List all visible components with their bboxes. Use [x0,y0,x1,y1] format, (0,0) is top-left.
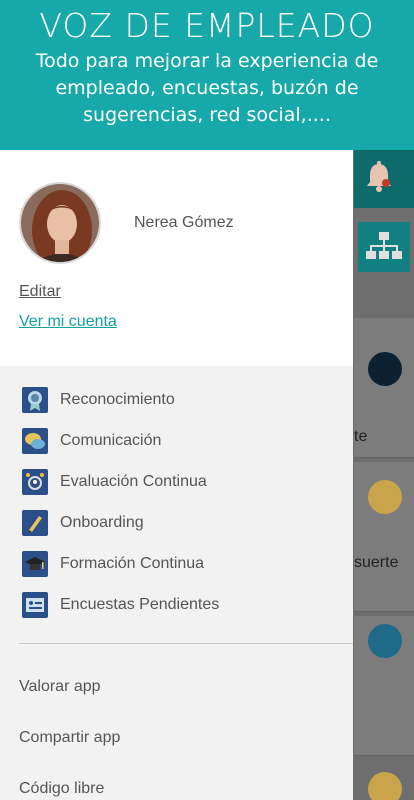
background-text: te [354,428,368,445]
org-chart-icon [366,232,402,259]
chat-bubbles-icon [22,428,48,454]
share-app-link[interactable]: Compartir app [19,729,120,747]
navigation-drawer: Nerea Gómez Editar Ver mi cuenta Reconoc… [0,150,353,800]
menu-item-formacion-continua[interactable]: Formación Continua [0,546,353,582]
banner-title: VOZ DE EMPLEADO [39,6,375,45]
faces-icon [368,624,402,658]
avatar[interactable] [19,182,101,264]
menu-item-reconocimiento[interactable]: Reconocimiento [0,382,353,418]
notification-bell-icon[interactable] [364,160,394,194]
menu-item-label: Comunicación [60,432,162,449]
user-name: Nerea Gómez [134,214,234,231]
menu-item-label: Formación Continua [60,555,205,572]
evaluation-icon [22,469,48,495]
menu-item-evaluacion-continua[interactable]: Evaluación Continua [0,464,353,500]
menu-item-label: Evaluación Continua [60,473,207,490]
graduation-cap-icon [22,551,48,577]
background-text: suerte [354,554,399,571]
edit-profile-link[interactable]: Editar [19,283,61,301]
banner-subtitle: Todo para mejorar la experiencia de empl… [35,50,379,126]
rate-app-link[interactable]: Valorar app [19,678,101,696]
menu-item-encuestas-pendientes[interactable]: Encuestas Pendientes [0,587,353,623]
pencil-icon [22,510,48,536]
profile-section: Nerea Gómez Editar Ver mi cuenta [0,150,353,366]
survey-icon [22,592,48,618]
menu-item-comunicacion[interactable]: Comunicación [0,423,353,459]
menu-item-label: Reconocimiento [60,391,175,408]
menu-item-onboarding[interactable]: Onboarding [0,505,353,541]
org-chart-button[interactable] [358,222,410,272]
flag-icon [368,480,402,514]
medal-icon [22,387,48,413]
promo-banner: VOZ DE EMPLEADO Todo para mejorar la exp… [0,0,414,150]
flag-icon [368,772,402,800]
menu-item-label: Encuestas Pendientes [60,596,220,613]
divider [19,643,353,644]
running-icon [368,352,402,386]
menu-item-label: Onboarding [60,514,144,531]
view-account-link[interactable]: Ver mi cuenta [19,313,117,331]
free-code-link[interactable]: Código libre [19,780,104,798]
avatar-photo [21,184,99,262]
